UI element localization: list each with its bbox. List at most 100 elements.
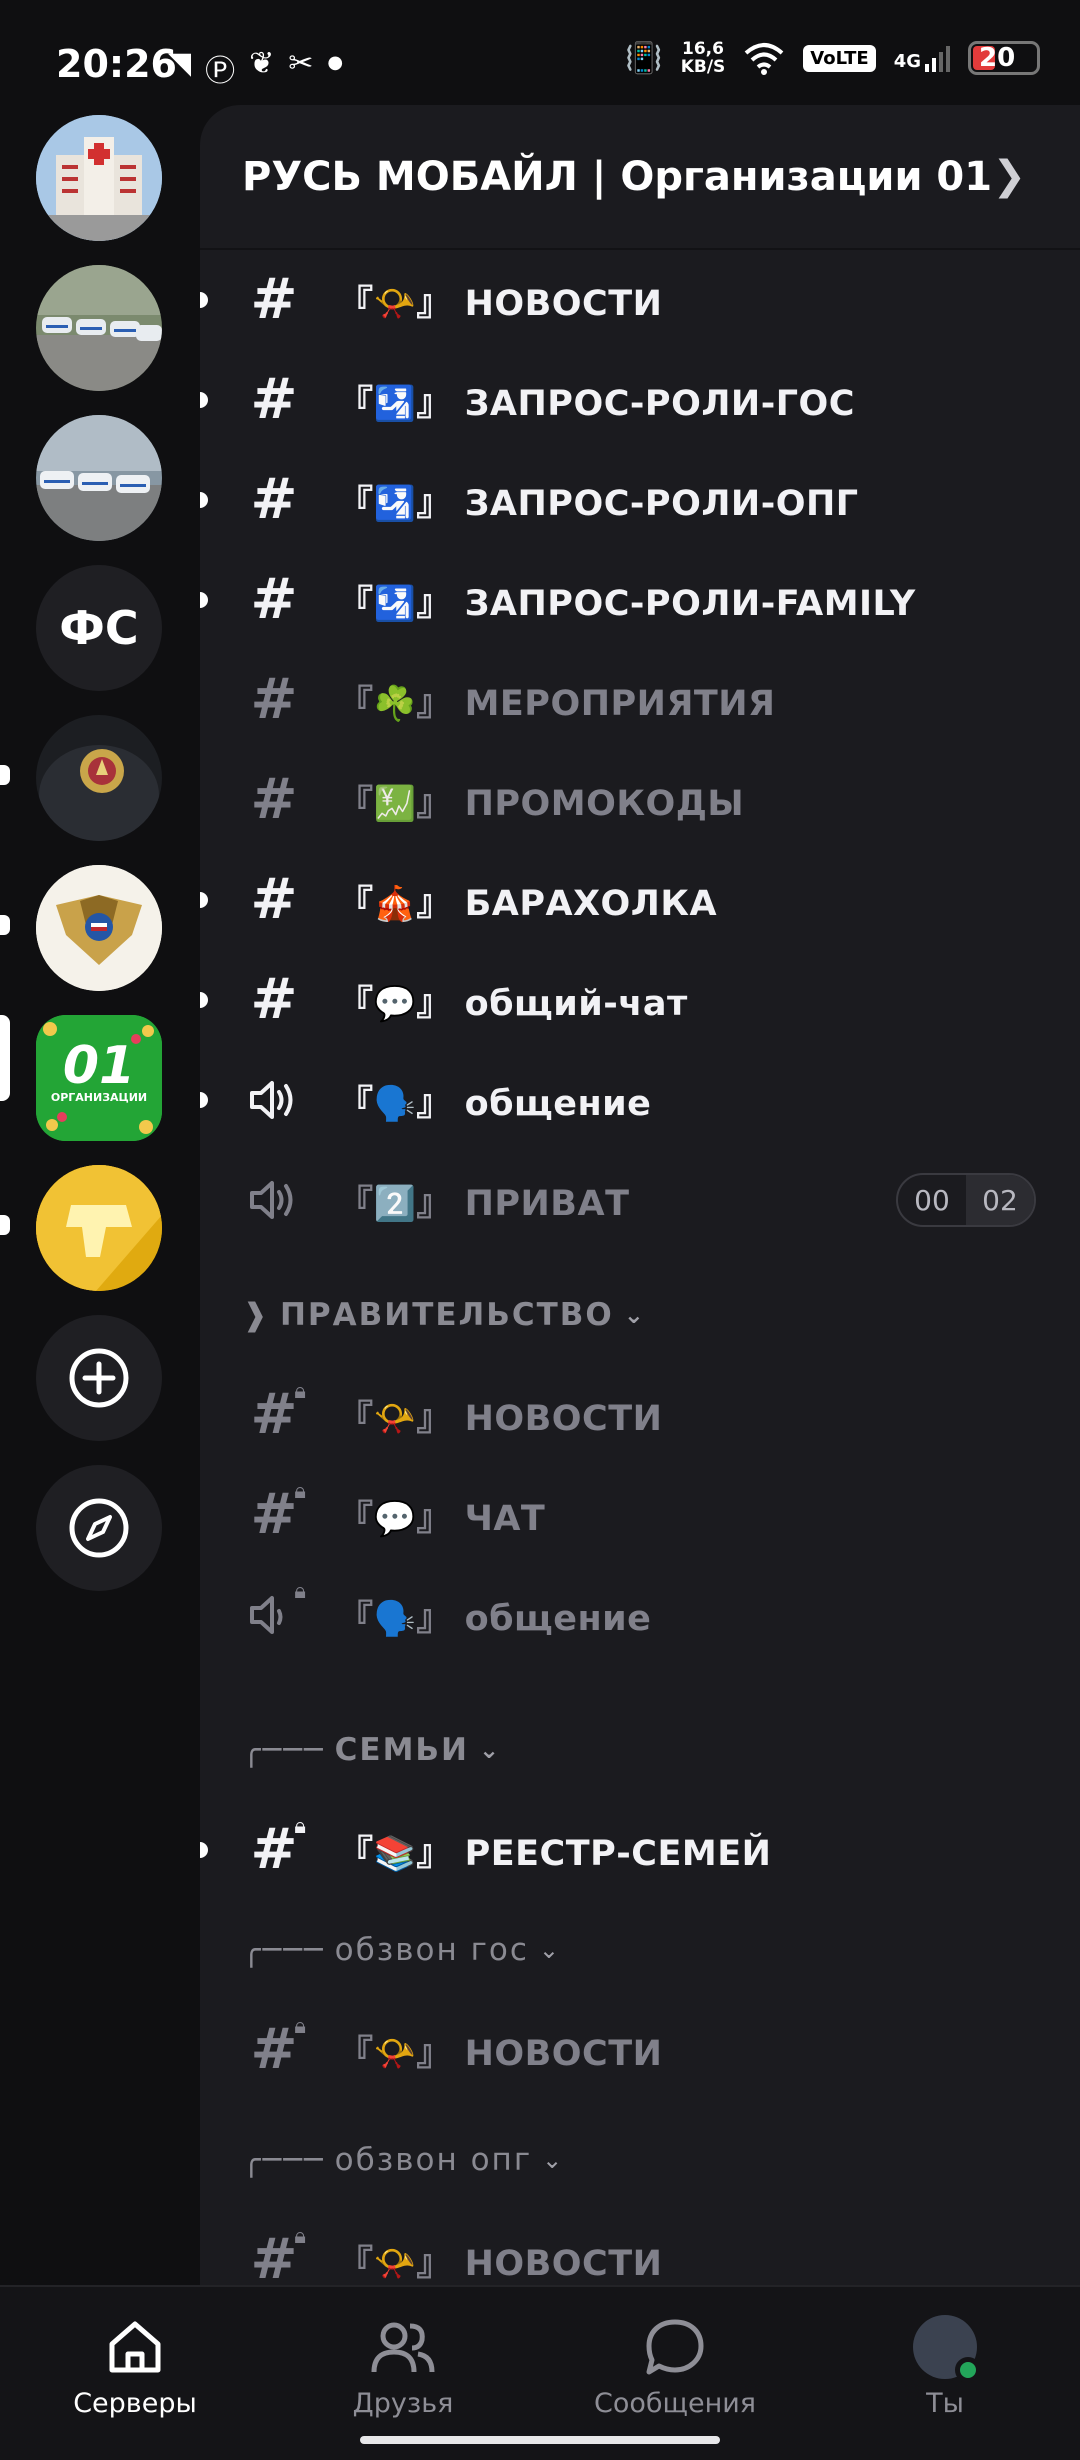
capcut-notification-icon: ✂	[288, 46, 314, 81]
channel-general-chat[interactable]: # 『💬』 общий-чат	[200, 955, 1080, 1045]
channel-label: 『📚』 РЕЕСТР-СЕМЕЙ	[338, 1825, 771, 1876]
channel-role-request-gov[interactable]: # 『🛂』 ЗАПРОС-РОЛИ-ГОС	[200, 355, 1080, 445]
speaker-icon	[244, 1070, 304, 1130]
lock-icon: 🔒︎	[294, 1379, 306, 1404]
channel-promocodes[interactable]: # 『💹』 ПРОМОКОДЫ	[200, 755, 1080, 845]
bracket-close: 』	[416, 583, 452, 624]
guild-title: РУСЬ МОБАЙЛ | Организации 01	[242, 153, 993, 200]
signal-bars-icon	[925, 46, 950, 72]
channel-unread-indicator	[200, 392, 208, 408]
category-label: ПРАВИТЕЛЬСТВО	[279, 1297, 614, 1333]
category-label: обзвон гос	[334, 1932, 529, 1968]
nav-servers[interactable]: Серверы	[15, 2312, 255, 2419]
channel-emoji: 🗣️	[373, 1083, 417, 1124]
channel-emoji: 🛂	[373, 483, 417, 524]
channel-gov-chat[interactable]: # 🔒︎ 『💬』 ЧАТ	[200, 1470, 1080, 1560]
server-organizations-01[interactable]: 01 ОРГАНИЗАЦИИ	[36, 1015, 162, 1141]
bracket-close: 』	[416, 383, 452, 424]
category-label: СЕМЬИ	[334, 1732, 470, 1768]
voice-channel-communication[interactable]: 『🗣️』 общение	[200, 1055, 1080, 1145]
bracket-close: 』	[416, 1833, 452, 1874]
bracket-close: 』	[416, 883, 452, 924]
lock-icon: 🔒︎	[294, 1814, 306, 1839]
bracket-close: 』	[416, 983, 452, 1024]
explore-servers-button[interactable]	[36, 1465, 162, 1591]
server-fsb[interactable]	[36, 715, 162, 841]
server-police-1[interactable]	[36, 265, 162, 391]
bracket-close: 』	[416, 683, 452, 724]
channel-call-gov-news[interactable]: # 🔒︎ 『📯』 НОВОСТИ	[200, 2005, 1080, 2095]
category-families[interactable]: ╭─── СЕМЬИ ⌄	[242, 1725, 501, 1775]
server-badge-subtitle: ОРГАНИЗАЦИИ	[51, 1091, 147, 1104]
channel-emoji: 🎪	[373, 883, 417, 924]
voice-channel-gov-communication[interactable]: 🔒︎ 『🗣️』 общение	[200, 1570, 1080, 1660]
channel-role-request-opg[interactable]: # 『🛂』 ЗАПРОС-РОЛИ-ОПГ	[200, 455, 1080, 545]
guild-header[interactable]: РУСЬ МОБАЙЛ | Организации 01 ❯	[200, 105, 1080, 250]
locked-hash-icon: # 🔒︎	[250, 1479, 306, 1547]
channel-name: общий-чат	[464, 983, 688, 1024]
hash-icon: #	[250, 467, 298, 532]
leaf-notification-icon: ❦	[249, 46, 275, 81]
category-government[interactable]: ❱ ПРАВИТЕЛЬСТВО ⌄	[242, 1290, 646, 1340]
channel-flea-market[interactable]: # 『🎪』 БАРАХОЛКА	[200, 855, 1080, 945]
bracket-open: 『	[338, 1083, 374, 1124]
organizations-01-server-icon: 01 ОРГАНИЗАЦИИ	[36, 1015, 162, 1141]
channel-unread-indicator	[200, 492, 208, 508]
channel-label: 『☘️』 МЕРОПРИЯТИЯ	[338, 675, 776, 726]
channel-unread-indicator	[200, 892, 208, 908]
category-call-opg[interactable]: ╭─── обзвон опг ⌄	[242, 2135, 564, 2185]
channel-role-request-family[interactable]: # 『🛂』 ЗАПРОС-РОЛИ-FAMILY	[200, 555, 1080, 645]
channel-gov-news[interactable]: # 🔒︎ 『📯』 НОВОСТИ	[200, 1370, 1080, 1460]
bracket-close: 』	[416, 483, 452, 524]
server-government[interactable]	[36, 865, 162, 991]
bracket-open: 『	[338, 2033, 374, 2074]
bracket-open: 『	[338, 283, 374, 324]
channel-call-opg-news[interactable]: # 🔒︎ 『📯』 НОВОСТИ	[200, 2215, 1080, 2285]
channel-label: 『🛂』 ЗАПРОС-РОЛИ-FAMILY	[338, 575, 916, 626]
signal-indicator: 4G	[894, 44, 950, 72]
channel-unread-indicator	[200, 292, 208, 308]
bracket-open: 『	[338, 683, 374, 724]
server-fs[interactable]: ФС	[36, 565, 162, 691]
server-police-2[interactable]	[36, 415, 162, 541]
channel-label: 『2️⃣』 ПРИВАТ	[338, 1175, 629, 1226]
status-bar: 20:26 ◥ Ⓟ ❦ ✂ ● 📳 16,6 KB/S VoLTE 4G 20	[0, 0, 1080, 110]
bracket-open: 『	[338, 883, 374, 924]
bracket-open: 『	[338, 983, 374, 1024]
channel-emoji: 📯	[373, 2033, 417, 2074]
channel-news[interactable]: # 『📯』 НОВОСТИ	[200, 255, 1080, 345]
channel-label: 『📯』 НОВОСТИ	[338, 2025, 662, 2076]
channel-family-registry[interactable]: # 🔒︎ 『📚』 РЕЕСТР-СЕМЕЙ	[200, 1805, 1080, 1895]
nav-you[interactable]: Ты	[825, 2312, 1065, 2419]
bracket-close: 』	[416, 2033, 452, 2074]
yellow-server-icon	[36, 1165, 162, 1291]
nav-messages[interactable]: Сообщения	[555, 2312, 795, 2419]
channel-label: 『🛂』 ЗАПРОС-РОЛИ-ОПГ	[338, 475, 859, 526]
voice-channel-private[interactable]: 『2️⃣』 ПРИВАТ 00 02	[200, 1155, 1080, 1245]
bracket-close: 』	[416, 1398, 452, 1439]
channel-label: 『📯』 НОВОСТИ	[338, 275, 662, 326]
channel-emoji: 🛂	[373, 583, 417, 624]
channel-label: 『🗣️』 общение	[338, 1590, 651, 1641]
lock-icon: 🔒︎	[294, 2014, 306, 2039]
server-yellow[interactable]	[36, 1165, 162, 1291]
hash-icon: #	[250, 967, 298, 1032]
locked-hash-icon: # 🔒︎	[250, 2014, 306, 2082]
locked-speaker-icon: 🔒︎	[244, 1579, 306, 1645]
locked-hash-icon: # 🔒︎	[250, 1814, 306, 1882]
channel-emoji: 📚	[373, 1833, 417, 1874]
server-hospital[interactable]	[36, 115, 162, 241]
nav-messages-label: Сообщения	[593, 2388, 757, 2419]
status-right: 📳 16,6 KB/S VoLTE 4G 20	[625, 40, 1040, 76]
category-call-gov[interactable]: ╭─── обзвон гос ⌄	[242, 1925, 561, 1975]
hash-icon: #	[250, 867, 298, 932]
send-notification-icon: ◥	[168, 46, 192, 81]
bracket-close: 』	[416, 1183, 452, 1224]
channel-name: НОВОСТИ	[464, 2243, 663, 2284]
add-server-button[interactable]	[36, 1315, 162, 1441]
police-cars-server-icon-2	[36, 415, 162, 541]
channel-events[interactable]: # 『☘️』 МЕРОПРИЯТИЯ	[200, 655, 1080, 745]
channel-name: НОВОСТИ	[464, 2033, 663, 2074]
channel-emoji: 💹	[373, 783, 417, 824]
nav-friends[interactable]: Друзья	[283, 2312, 523, 2419]
